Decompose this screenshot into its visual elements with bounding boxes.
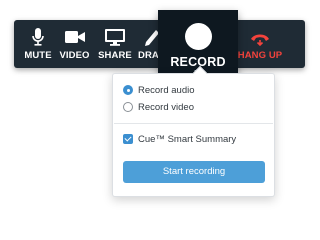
share-label: SHARE <box>98 50 132 61</box>
monitor-icon <box>105 29 125 46</box>
record-options-menu: Record audio Record video Cue™ Smart Sum… <box>112 65 275 197</box>
share-button[interactable]: SHARE <box>96 20 134 68</box>
screenshot-stage: MUTE VIDEO SHARE DRAW <box>0 0 315 240</box>
hangup-label: HANG UP <box>237 50 283 61</box>
smart-summary-label: Cue™ Smart Summary <box>138 133 237 145</box>
mute-button[interactable]: MUTE <box>24 20 52 68</box>
radio-button-selected[interactable] <box>123 85 133 95</box>
record-audio-option[interactable]: Record audio <box>123 83 195 97</box>
video-button[interactable]: VIDEO <box>58 20 91 68</box>
phone-hangup-icon <box>251 34 269 47</box>
microphone-icon <box>32 28 44 46</box>
record-audio-label: Record audio <box>138 84 195 96</box>
mute-label: MUTE <box>24 50 52 61</box>
smart-summary-option[interactable]: Cue™ Smart Summary <box>123 132 236 146</box>
video-label: VIDEO <box>59 50 90 61</box>
record-dot-icon <box>185 23 212 50</box>
menu-divider <box>114 123 273 124</box>
record-video-option[interactable]: Record video <box>123 100 194 114</box>
record-video-label: Record video <box>138 101 194 113</box>
radio-button[interactable] <box>123 102 133 112</box>
checkbox-checked[interactable] <box>123 134 133 144</box>
hangup-button[interactable]: HANG UP <box>232 20 288 68</box>
start-recording-button[interactable]: Start recording <box>123 161 265 183</box>
video-camera-icon <box>64 31 85 43</box>
